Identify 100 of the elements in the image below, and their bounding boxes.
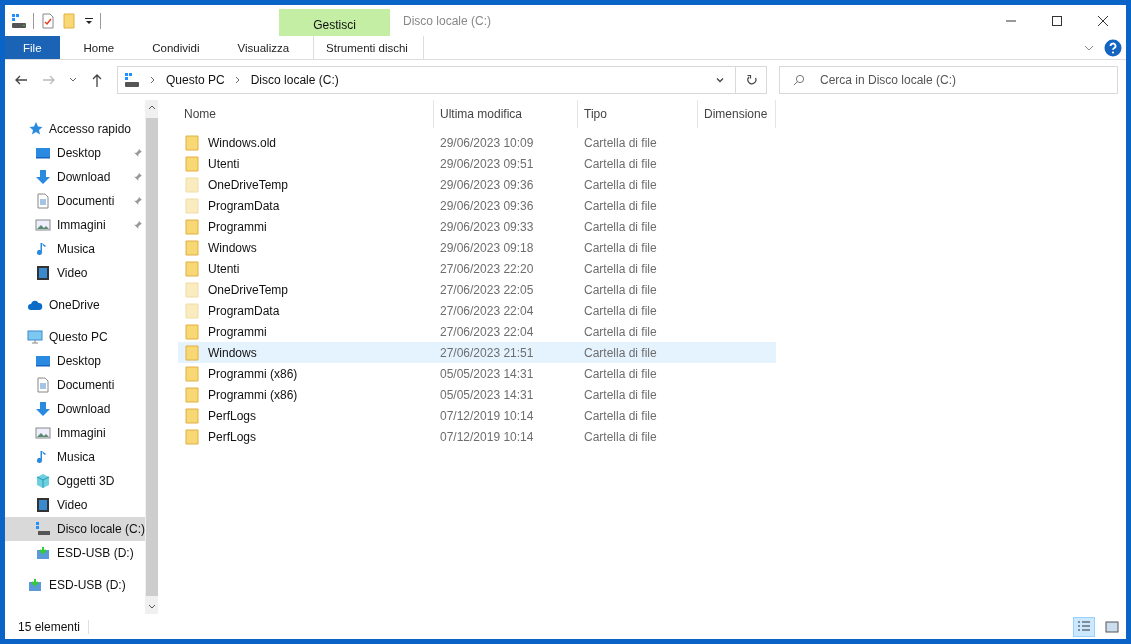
sidebar-item[interactable]: Accesso rapido — [5, 117, 146, 141]
sidebar-item[interactable]: Oggetti 3D — [5, 469, 146, 493]
ribbon-tab[interactable]: Condividi — [138, 36, 214, 59]
sidebar-item[interactable]: Video — [5, 261, 146, 285]
document-icon — [35, 193, 51, 209]
file-row[interactable]: Programmi (x86) 05/05/2023 14:31 Cartella di file — [178, 363, 776, 384]
close-icon[interactable] — [1098, 15, 1108, 26]
ribbon-tab[interactable]: Home — [69, 36, 129, 59]
file-type: Cartella di file — [583, 261, 658, 276]
sidebar-item[interactable]: Documenti — [5, 373, 146, 397]
file-row[interactable]: Programmi (x86) 05/05/2023 14:31 Cartella di file — [178, 384, 776, 405]
file-row[interactable]: ProgramData 27/06/2023 22:04 Cartella di file — [178, 300, 776, 321]
ribbon-tab[interactable]: File — [5, 36, 60, 59]
file-type: Cartella di file — [583, 135, 658, 150]
file-row[interactable]: Programmi 27/06/2023 22:04 Cartella di file — [178, 321, 776, 342]
file-type: Cartella di file — [583, 324, 658, 339]
file-row[interactable]: OneDriveTemp 27/06/2023 22:05 Cartella di file — [178, 279, 776, 300]
file-name: OneDriveTemp — [208, 177, 289, 192]
star-icon — [27, 121, 43, 137]
sidebar-item[interactable]: Desktop — [5, 141, 146, 165]
window-title: Disco locale (C:) — [402, 13, 493, 30]
monitor-icon — [35, 145, 51, 161]
file-row[interactable]: PerfLogs 07/12/2019 10:14 Cartella di file — [178, 405, 776, 426]
context-tab-header: Gestisci — [279, 9, 390, 36]
file-type: Cartella di file — [583, 429, 658, 444]
file-row[interactable]: Windows 29/06/2023 09:18 Cartella di file — [178, 237, 776, 258]
file-type: Cartella di file — [583, 177, 658, 192]
sidebar-item[interactable]: Immagini — [5, 213, 146, 237]
chevron-right-icon — [234, 76, 241, 84]
sidebar-item[interactable]: Download — [5, 397, 146, 421]
file-type: Cartella di file — [583, 387, 658, 402]
modified-date: 27/06/2023 21:51 — [439, 345, 535, 360]
chevron-down-icon[interactable] — [69, 76, 77, 84]
file-row[interactable]: Utenti 29/06/2023 09:51 Cartella di file — [178, 153, 776, 174]
file-row[interactable]: Utenti 27/06/2023 22:20 Cartella di file — [178, 258, 776, 279]
file-name: Programmi (x86) — [208, 366, 298, 381]
drive-icon[interactable] — [11, 12, 27, 29]
chevron-down-icon[interactable] — [147, 602, 156, 610]
column-header[interactable]: Tipo — [578, 100, 698, 128]
modified-date: 27/06/2023 22:05 — [439, 282, 535, 297]
pin-icon[interactable] — [133, 196, 144, 206]
document-icon — [35, 377, 51, 393]
file-name: Utenti — [208, 156, 240, 171]
chevron-up-icon[interactable] — [147, 104, 156, 112]
drive-icon — [35, 545, 51, 561]
sidebar-item[interactable]: Video — [5, 493, 146, 517]
chevron-down-icon[interactable] — [715, 75, 725, 85]
sidebar-item[interactable]: Download — [5, 165, 146, 189]
ribbon-tab[interactable]: Strumenti dischi — [313, 36, 425, 59]
file-type: Cartella di file — [583, 303, 658, 318]
sidebar-item[interactable]: Disco locale (C:) — [5, 517, 146, 541]
column-header[interactable]: Ultima modifica — [434, 100, 578, 128]
sidebar-item[interactable]: Immagini — [5, 421, 146, 445]
file-row[interactable]: ProgramData 29/06/2023 09:36 Cartella di file — [178, 195, 776, 216]
sidebar-item[interactable]: Musica — [5, 445, 146, 469]
column-header[interactable]: Nome — [178, 100, 434, 128]
sidebar-item[interactable]: Musica — [5, 237, 146, 261]
pin-icon[interactable] — [133, 220, 144, 230]
checklist-icon[interactable] — [40, 12, 56, 29]
details-view-icon[interactable] — [1074, 617, 1094, 636]
sidebar-item[interactable]: Questo PC — [5, 325, 146, 349]
pin-icon[interactable] — [133, 148, 144, 158]
monitor-icon — [35, 353, 51, 369]
film-icon — [35, 497, 51, 513]
file-row[interactable]: Windows.old 29/06/2023 10:09 Cartella di file — [178, 132, 776, 153]
file-type: Cartella di file — [583, 282, 658, 297]
file-name: PerfLogs — [208, 429, 257, 444]
file-type: Cartella di file — [583, 345, 658, 360]
pin-icon[interactable] — [133, 172, 144, 182]
file-type: Cartella di file — [583, 198, 658, 213]
file-row[interactable]: Programmi 29/06/2023 09:33 Cartella di file — [178, 216, 776, 237]
drive-icon — [27, 577, 43, 593]
sidebar-item[interactable]: OneDrive — [5, 293, 146, 317]
column-header[interactable]: Dimensione — [698, 100, 776, 128]
file-name: Programmi — [208, 324, 267, 339]
dropdown-icon[interactable] — [84, 15, 94, 26]
file-name: PerfLogs — [208, 408, 257, 423]
maximize-icon[interactable] — [1052, 15, 1062, 26]
file-row[interactable]: PerfLogs 07/12/2019 10:14 Cartella di file — [178, 426, 776, 447]
refresh-icon[interactable] — [746, 74, 758, 86]
modified-date: 27/06/2023 22:20 — [439, 261, 535, 276]
sidebar-item[interactable]: ESD-USB (D:) — [5, 573, 146, 597]
help-icon[interactable] — [1104, 38, 1122, 57]
sidebar-item[interactable]: ESD-USB (D:) — [5, 541, 146, 565]
drive-icon — [124, 72, 140, 88]
file-type: Cartella di file — [583, 408, 658, 423]
breadcrumb-item[interactable]: Questo PC — [166, 73, 225, 87]
file-row[interactable]: Windows 27/06/2023 21:51 Cartella di file — [178, 342, 776, 363]
modified-date: 29/06/2023 09:36 — [439, 177, 535, 192]
sidebar-item[interactable]: Documenti — [5, 189, 146, 213]
ribbon-tab[interactable]: Visualizza — [223, 36, 304, 59]
item-count: 15 elementi — [18, 619, 81, 634]
search-field[interactable]: Cerca in Disco locale (C:) — [779, 66, 1118, 94]
file-type: Cartella di file — [583, 219, 658, 234]
file-row[interactable]: OneDriveTemp 29/06/2023 09:36 Cartella di file — [178, 174, 776, 195]
modified-date: 07/12/2019 10:14 — [439, 429, 535, 444]
breadcrumb-item[interactable]: Disco locale (C:) — [250, 73, 339, 87]
address-bar[interactable]: Questo PC Disco locale (C:) — [117, 66, 767, 94]
down-arrow-icon — [35, 169, 51, 185]
sidebar-item[interactable]: Desktop — [5, 349, 146, 373]
